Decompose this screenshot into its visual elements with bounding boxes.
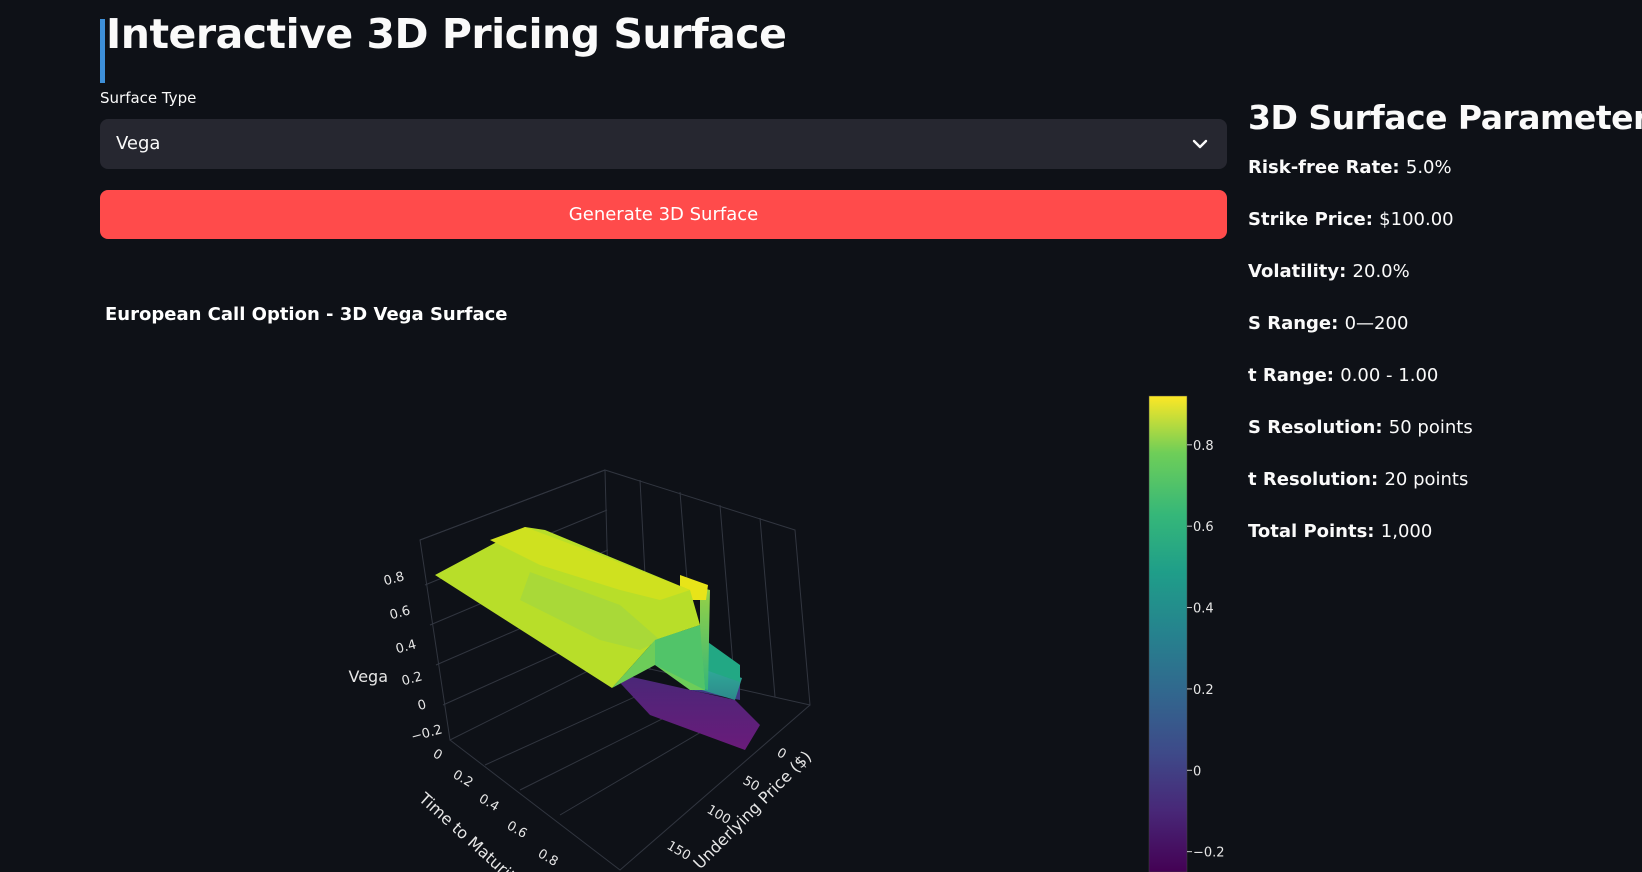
vega-surface: [435, 527, 760, 750]
t-axis: 0 0.2 0.4 0.6 0.8 Time to Maturity: [415, 746, 561, 872]
t-tick: 0.8: [535, 846, 560, 869]
parameter-key: Strike Price:: [1248, 209, 1380, 230]
z-tick: 0.6: [388, 603, 412, 623]
parameter-key: t Resolution:: [1248, 469, 1385, 490]
colorbar-tick-label: 0.4: [1193, 602, 1214, 617]
z-tick: 0.2: [400, 669, 424, 689]
z-tick: 0.4: [394, 637, 418, 657]
parameter-key: Risk-free Rate:: [1248, 157, 1406, 178]
s-tick: 0: [774, 745, 789, 762]
parameter-key: t Range:: [1248, 365, 1341, 386]
colorbar-tick-label: 0: [1193, 764, 1201, 779]
parameter-row: t Resolution: 20 points: [1248, 467, 1628, 519]
z-axis-label: Vega: [348, 667, 388, 686]
parameter-key: S Resolution:: [1248, 417, 1389, 438]
parameter-list: Risk-free Rate: 5.0% Strike Price: $100.0…: [1248, 155, 1628, 571]
parameter-value: 5.0%: [1405, 157, 1452, 178]
s-axis: 0 50 100 150 Underlying Price ($): [664, 745, 815, 872]
parameter-row: Risk-free Rate: 5.0%: [1248, 155, 1628, 207]
parameters-panel: 3D Surface Parameters Risk-free Rate: 5.…: [1248, 98, 1642, 571]
parameter-value: 50 points: [1388, 417, 1473, 438]
parameter-key: Volatility:: [1248, 261, 1353, 282]
z-tick: 0.8: [382, 569, 406, 589]
colorbar-gradient: [1148, 395, 1188, 872]
parameter-row: Total Points: 1,000: [1248, 519, 1628, 571]
parameter-value: 0.00 - 1.00: [1340, 365, 1439, 386]
t-tick: 0.4: [476, 791, 501, 814]
parameter-value: 20 points: [1384, 469, 1469, 490]
z-tick: 0: [416, 697, 428, 714]
colorbar-tick-label: −0.2: [1193, 846, 1225, 861]
parameter-key: S Range:: [1248, 313, 1345, 334]
parameters-heading: 3D Surface Parameters: [1248, 98, 1642, 137]
colorbar-tick-label: 0.6: [1193, 520, 1214, 535]
colorbar: 0.8 0.6 0.4 0.2 0 −0.2: [1148, 395, 1225, 872]
colorbar-tick-label: 0.2: [1193, 683, 1214, 698]
t-tick: 0.2: [450, 767, 475, 790]
parameter-row: Volatility: 20.0%: [1248, 259, 1628, 311]
parameter-row: t Range: 0.00 - 1.00: [1248, 363, 1628, 415]
parameter-row: S Resolution: 50 points: [1248, 415, 1628, 467]
z-tick: −0.2: [410, 722, 444, 745]
app-page: Interactive 3D Pricing Surface Surface T…: [0, 0, 1642, 872]
t-tick: 0.6: [504, 818, 529, 841]
t-tick: 0: [430, 746, 445, 763]
parameter-value: $100.00: [1379, 209, 1454, 230]
parameter-value: 1,000: [1380, 521, 1433, 542]
parameter-row: S Range: 0—200: [1248, 311, 1628, 363]
s-tick: 150: [664, 838, 693, 863]
parameter-row: Strike Price: $100.00: [1248, 207, 1628, 259]
z-axis: 0.8 0.6 0.4 0.2 0 −0.2 Vega: [348, 569, 444, 745]
parameter-value: 0—200: [1344, 313, 1409, 334]
parameter-key: Total Points:: [1248, 521, 1381, 542]
colorbar-tick-label: 0.8: [1193, 439, 1214, 454]
parameter-value: 20.0%: [1352, 261, 1410, 282]
